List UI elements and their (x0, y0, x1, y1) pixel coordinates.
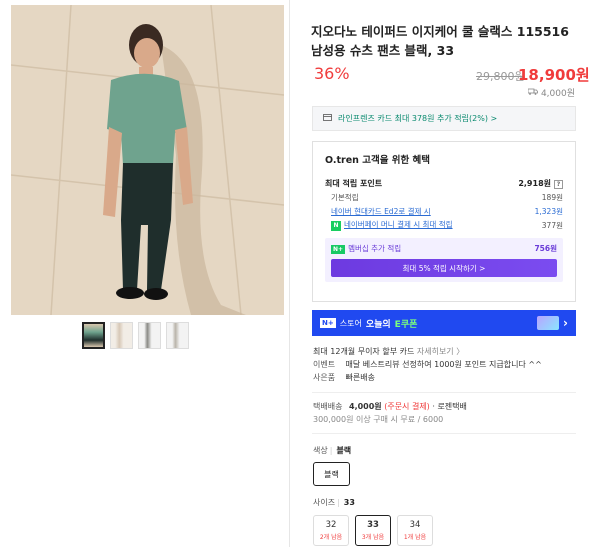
thumbnail-4[interactable] (166, 322, 189, 349)
size-label: 사이즈 (313, 498, 336, 507)
color-option-black[interactable]: 블랙 (313, 462, 350, 486)
truck-icon (527, 88, 538, 98)
product-title: 지오다노 테이퍼드 이지케어 쿨 슬랙스 115516 남성용 슈츠 팬츠 블랙… (311, 24, 569, 58)
size-option-34[interactable]: 34 1개 남음 (397, 515, 433, 546)
point-row-npay: N 네이버페이 머니 결제 시 최대 적립 377원 (325, 218, 563, 232)
gift-row: 사은품 빠른배송 (313, 371, 542, 384)
size-option-32[interactable]: 32 2개 남음 (313, 515, 349, 546)
membership-row: N+ 멤버십 추가 적립 756원 (331, 243, 557, 254)
point-row-value: 377원 (541, 220, 563, 230)
discount-rate: 36% (314, 64, 350, 83)
nplus-store-badge: N+ (320, 318, 336, 328)
max-point-label: 최대 적립 포인트 (325, 178, 383, 188)
delivery-note: (주문시 결제) (384, 402, 430, 411)
event-row: 이벤트 매달 베스트리뷰 선정하여 1000원 포인트 지급합니다 ^^ (313, 358, 542, 371)
max-point-row: 최대 적립 포인트 2,918원? (325, 176, 563, 190)
max-point-value: 2,918원 (518, 178, 551, 188)
thumbnail-2[interactable] (110, 322, 133, 349)
card-benefit-link[interactable]: 네이버 현대카드 Ed2로 결제 시 (325, 206, 431, 217)
card-promo-banner[interactable]: 라인프렌즈 카드 최대 378원 추가 적립(2%) > (312, 106, 576, 131)
point-row-basic: 기본적립 189원 (325, 190, 563, 204)
color-selected: 블랙 (336, 446, 352, 455)
size-option-label: 사이즈 | 33 (313, 498, 355, 507)
delivery-price: 4,000원 (349, 402, 382, 411)
event-text: 매달 베스트리뷰 선정하여 1000원 포인트 지급합니다 ^^ (345, 360, 542, 369)
help-icon[interactable]: ? (554, 179, 563, 189)
size-option-33[interactable]: 33 3개 남음 (355, 515, 391, 546)
delivery-label: 택배배송 (313, 402, 343, 411)
installment-text: 최대 12개월 무이자 할부 카드 (313, 347, 415, 356)
installment-row: 최대 12개월 무이자 할부 카드 자세히보기 〉 (313, 345, 542, 358)
delivery-info: 택배배송 4,000원 (주문시 결제) · 로젠택배 300,000원 이상 … (313, 400, 467, 426)
size-stock: 1개 남음 (403, 534, 427, 541)
sale-price: 18,900원 (518, 66, 590, 84)
column-divider (289, 0, 290, 547)
event-label: 이벤트 (313, 360, 336, 369)
coupon-main: 오늘의 (365, 319, 391, 330)
color-option-label: 색상 | 블랙 (313, 446, 352, 455)
membership-label: 멤버십 추가 적립 (348, 244, 402, 253)
delivery-row: 택배배송 4,000원 (주문시 결제) · 로젠택배 (313, 400, 467, 413)
gift-text: 빠른배송 (345, 373, 375, 382)
purchase-info: 최대 12개월 무이자 할부 카드 자세히보기 〉 이벤트 매달 베스트리뷰 선… (313, 345, 542, 384)
shipping-fee-value: 4,000원 (540, 89, 575, 99)
coupon-art-icon (537, 316, 560, 330)
installment-detail-link[interactable]: 자세히보기 〉 (417, 347, 464, 356)
membership-box: N+ 멤버십 추가 적립 756원 최대 5% 적립 시작하기 > (325, 238, 563, 282)
card-promo-text: 라인프렌즈 카드 최대 378원 추가 적립(2%) > (338, 114, 498, 123)
size-selected: 33 (343, 498, 355, 507)
main-product-image[interactable] (11, 5, 284, 315)
chevron-right-icon: › (563, 316, 568, 330)
coupon-highlight: E쿠폰 (394, 319, 418, 330)
shipping-fee-summary: 4,000원 (527, 86, 575, 99)
delivery-carrier: · 로젠택배 (432, 402, 467, 411)
benefit-box: O.tren 고객을 위한 혜택 최대 적립 포인트 2,918원? 기본적립 … (312, 141, 576, 302)
npay-row-label-wrap: N 네이버페이 머니 결제 시 최대 적립 (325, 219, 453, 231)
size-stock: 2개 남음 (319, 534, 343, 541)
section-divider (312, 392, 576, 393)
credit-card-icon (323, 114, 332, 123)
size-value: 33 (367, 520, 379, 530)
coupon-prefix: 스토어 (339, 318, 362, 328)
size-stock: 3개 남음 (361, 534, 385, 541)
benefit-title: O.tren 고객을 위한 혜택 (325, 155, 431, 166)
point-row-value: 1,323원 (534, 206, 563, 216)
nplus-badge-icon: N+ (331, 245, 346, 254)
color-label: 색상 (313, 446, 328, 455)
npay-badge-icon: N (331, 221, 341, 231)
thumbnail-1[interactable] (82, 322, 105, 349)
membership-start-button[interactable]: 최대 5% 적립 시작하기 > (331, 259, 557, 277)
gift-label: 사은품 (313, 373, 336, 382)
section-divider (312, 433, 576, 434)
thumbnail-3[interactable] (138, 322, 161, 349)
point-row-card: 네이버 현대카드 Ed2로 결제 시 1,323원 (325, 204, 563, 218)
size-options: 32 2개 남음 33 3개 남음 34 1개 남음 (313, 515, 433, 546)
point-row-value: 189원 (541, 192, 563, 202)
delivery-condition: 300,000원 이상 구매 시 무료 / 6000 (313, 415, 444, 424)
thumbnail-strip (82, 322, 189, 349)
membership-value: 756원 (534, 244, 557, 253)
size-value: 34 (409, 520, 421, 530)
npay-benefit-link[interactable]: 네이버페이 머니 결제 시 최대 적립 (344, 220, 453, 229)
membership-label-wrap: N+ 멤버십 추가 적립 (331, 243, 401, 254)
ecoupon-banner[interactable]: N+ 스토어 오늘의 E쿠폰 › (312, 310, 576, 336)
point-row-label: 기본적립 (331, 192, 359, 202)
size-value: 32 (325, 520, 337, 530)
max-point-value-wrap: 2,918원? (518, 178, 563, 189)
